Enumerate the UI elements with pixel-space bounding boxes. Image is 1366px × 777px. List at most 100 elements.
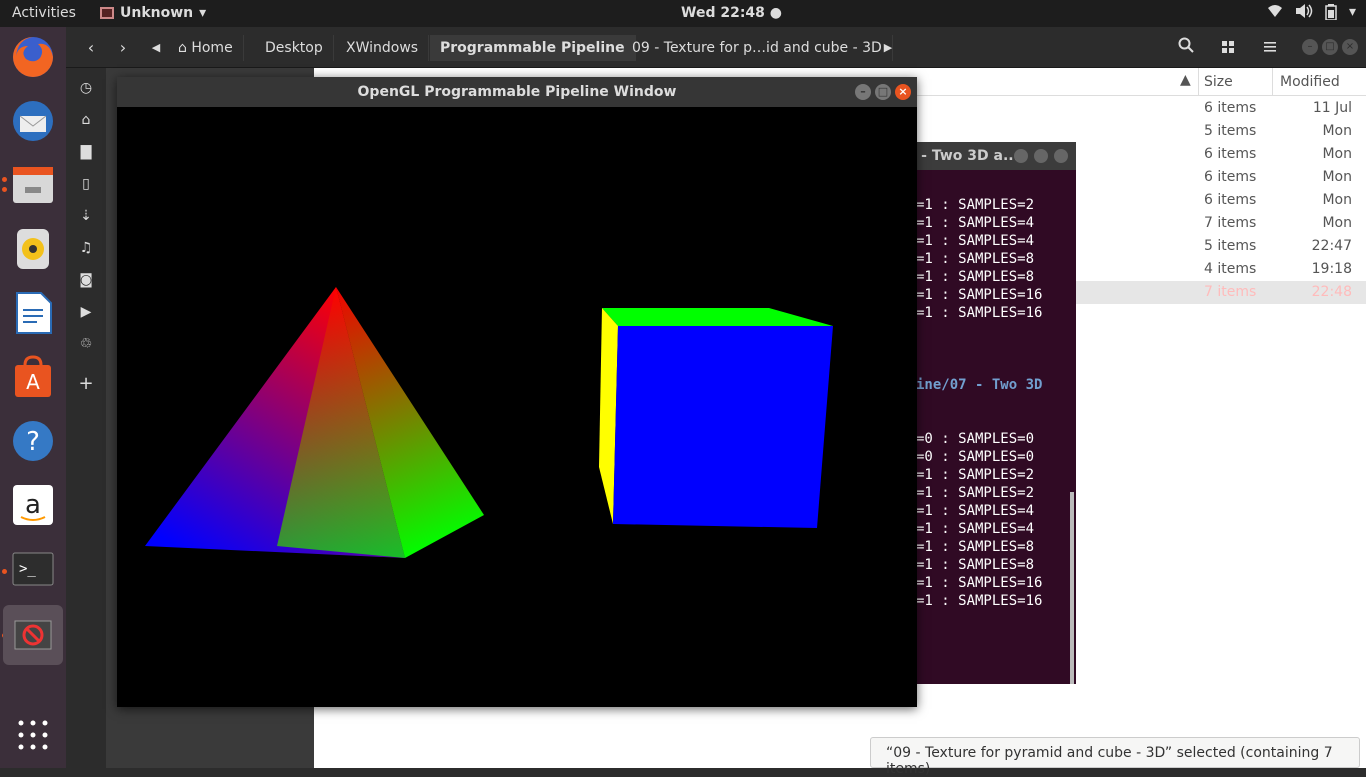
dock-item-amazon[interactable]: a bbox=[9, 481, 57, 529]
search-icon bbox=[1178, 37, 1194, 53]
column-modified[interactable]: Modified bbox=[1280, 74, 1340, 90]
dock-item-terminal[interactable]: >_ bbox=[9, 545, 57, 593]
terminal-line: =1 : SAMPLES=4 bbox=[916, 521, 1035, 537]
documents-icon[interactable]: ▯ bbox=[76, 174, 96, 194]
terminal-line: ine/07 - Two 3D bbox=[916, 377, 1043, 393]
search-button[interactable] bbox=[1170, 35, 1202, 61]
downloads-icon[interactable]: ⇣ bbox=[76, 206, 96, 226]
maximize-button[interactable]: □ bbox=[1322, 39, 1338, 55]
chevron-down-icon: ▾ bbox=[1348, 4, 1356, 20]
terminal-line: =1 : SAMPLES=2 bbox=[916, 467, 1035, 483]
wifi-icon bbox=[1267, 4, 1283, 24]
opengl-window[interactable]: OpenGL Programmable Pipeline Window – □ … bbox=[117, 77, 917, 707]
hamburger-icon bbox=[1264, 42, 1276, 52]
system-tray[interactable]: ▾ bbox=[1267, 4, 1356, 24]
terminal-line: =0 : SAMPLES=0 bbox=[916, 449, 1035, 465]
terminal-titlebar: ' - Two 3D a... bbox=[908, 142, 1076, 170]
running-indicator bbox=[2, 187, 7, 192]
dock-item-firefox[interactable] bbox=[9, 33, 57, 81]
terminal-close-button[interactable] bbox=[1054, 149, 1068, 163]
gl-maximize-button[interactable]: □ bbox=[875, 84, 891, 100]
opengl-window-title: OpenGL Programmable Pipeline Window bbox=[357, 84, 677, 100]
chevron-down-icon: ▾ bbox=[199, 5, 207, 21]
breadcrumb-scroll-right-button[interactable]: ▶ bbox=[880, 35, 896, 61]
app-menu-icon bbox=[100, 7, 114, 19]
recent-icon[interactable]: ◷ bbox=[76, 78, 96, 98]
terminal-line: =1 : SAMPLES=16 bbox=[916, 305, 1043, 321]
breadcrumb-programmable-pipeline[interactable]: Programmable Pipeline bbox=[430, 35, 636, 61]
row-modified: Mon bbox=[1322, 123, 1352, 139]
menu-button[interactable] bbox=[1254, 35, 1286, 61]
row-modified: Mon bbox=[1322, 192, 1352, 208]
volume-icon bbox=[1295, 4, 1313, 24]
terminal-line: =1 : SAMPLES=4 bbox=[916, 215, 1035, 231]
row-size: 7 items bbox=[1204, 284, 1257, 300]
row-modified: Mon bbox=[1322, 215, 1352, 231]
terminal-line: =1 : SAMPLES=2 bbox=[916, 485, 1035, 501]
gl-minimize-button[interactable]: – bbox=[855, 84, 871, 100]
terminal-scrollbar[interactable] bbox=[1070, 492, 1074, 684]
add-location-icon[interactable]: + bbox=[76, 374, 96, 394]
activities-button[interactable]: Activities bbox=[12, 5, 76, 21]
dock-item-software[interactable]: A bbox=[9, 353, 57, 401]
cube-top-face bbox=[602, 308, 833, 326]
cube-front-face bbox=[613, 326, 833, 528]
dock-item-rhythmbox[interactable] bbox=[9, 225, 57, 273]
app-menu[interactable]: Unknown ▾ bbox=[100, 5, 206, 21]
column-size[interactable]: Size bbox=[1204, 74, 1233, 90]
app-menu-label: Unknown bbox=[120, 5, 194, 21]
terminal-output[interactable]: =1 : SAMPLES=2 =1 : SAMPLES=4 =1 : SAMPLES… bbox=[916, 196, 1042, 610]
breadcrumb-home[interactable]: ⌂ Home bbox=[168, 35, 244, 61]
breadcrumb-desktop[interactable]: Desktop bbox=[255, 35, 334, 61]
software-icon: A bbox=[15, 355, 51, 397]
music-icon[interactable]: ♫ bbox=[76, 238, 96, 258]
row-modified: 22:47 bbox=[1311, 238, 1352, 254]
opengl-canvas[interactable] bbox=[117, 107, 917, 707]
row-size: 6 items bbox=[1204, 146, 1257, 162]
terminal-maximize-button[interactable] bbox=[1034, 149, 1048, 163]
svg-text:>_: >_ bbox=[19, 561, 36, 577]
terminal-line: =1 : SAMPLES=2 bbox=[916, 197, 1035, 213]
forward-button[interactable]: › bbox=[110, 35, 136, 61]
minimize-button[interactable]: – bbox=[1302, 39, 1318, 55]
dock-item-writer[interactable] bbox=[9, 289, 57, 337]
terminal-title: ' - Two 3D a... bbox=[912, 148, 1019, 164]
breadcrumb-xwindows[interactable]: XWindows bbox=[336, 35, 430, 61]
sort-ascending-icon[interactable]: ▲ bbox=[1180, 72, 1191, 88]
terminal-line: =1 : SAMPLES=8 bbox=[916, 269, 1035, 285]
view-toggle-button[interactable] bbox=[1212, 35, 1244, 61]
row-size: 6 items bbox=[1204, 100, 1257, 116]
opengl-window-titlebar[interactable]: OpenGL Programmable Pipeline Window – □ … bbox=[117, 77, 917, 107]
dock-item-files[interactable] bbox=[9, 161, 57, 209]
dock-item-unknown-app[interactable] bbox=[3, 605, 63, 665]
help-icon: ? bbox=[13, 421, 53, 461]
terminal-minimize-button[interactable] bbox=[1014, 149, 1028, 163]
row-size: 6 items bbox=[1204, 169, 1257, 185]
row-size: 5 items bbox=[1204, 238, 1257, 254]
home-icon[interactable]: ⌂ bbox=[76, 110, 96, 130]
svg-text:a: a bbox=[25, 490, 41, 520]
trash-icon[interactable]: ♲ bbox=[76, 334, 96, 354]
terminal-line: =0 : SAMPLES=0 bbox=[916, 431, 1035, 447]
breadcrumb-home-label: Home bbox=[191, 40, 233, 56]
gl-close-button[interactable]: × bbox=[895, 84, 911, 100]
videos-icon[interactable]: ▶ bbox=[76, 302, 96, 322]
dock-item-thunderbird[interactable] bbox=[9, 97, 57, 145]
pictures-icon[interactable]: ◙ bbox=[76, 270, 96, 290]
terminal-line: =1 : SAMPLES=4 bbox=[916, 503, 1035, 519]
row-size: 6 items bbox=[1204, 192, 1257, 208]
close-button[interactable]: × bbox=[1342, 39, 1358, 55]
breadcrumb-scroll-left-button[interactable]: ◀ bbox=[148, 35, 164, 61]
terminal-window[interactable]: ' - Two 3D a... =1 : SAMPLES=2 =1 : SAMPL… bbox=[908, 142, 1076, 684]
folder-icon[interactable]: ▇ bbox=[76, 142, 96, 162]
dock-item-help[interactable]: ? bbox=[9, 417, 57, 465]
row-size: 7 items bbox=[1204, 215, 1257, 231]
back-button[interactable]: ‹ bbox=[78, 35, 104, 61]
unknown-app-icon bbox=[14, 620, 52, 650]
writer-icon bbox=[16, 292, 52, 334]
row-modified: 11 Jul bbox=[1312, 100, 1352, 116]
row-modified: 22:48 bbox=[1311, 284, 1352, 300]
show-apps-icon[interactable] bbox=[17, 719, 49, 751]
clock[interactable]: Wed 22:48 ● bbox=[681, 5, 782, 21]
breadcrumb-texture-folder[interactable]: 09 - Texture for p…id and cube - 3D bbox=[622, 35, 893, 61]
